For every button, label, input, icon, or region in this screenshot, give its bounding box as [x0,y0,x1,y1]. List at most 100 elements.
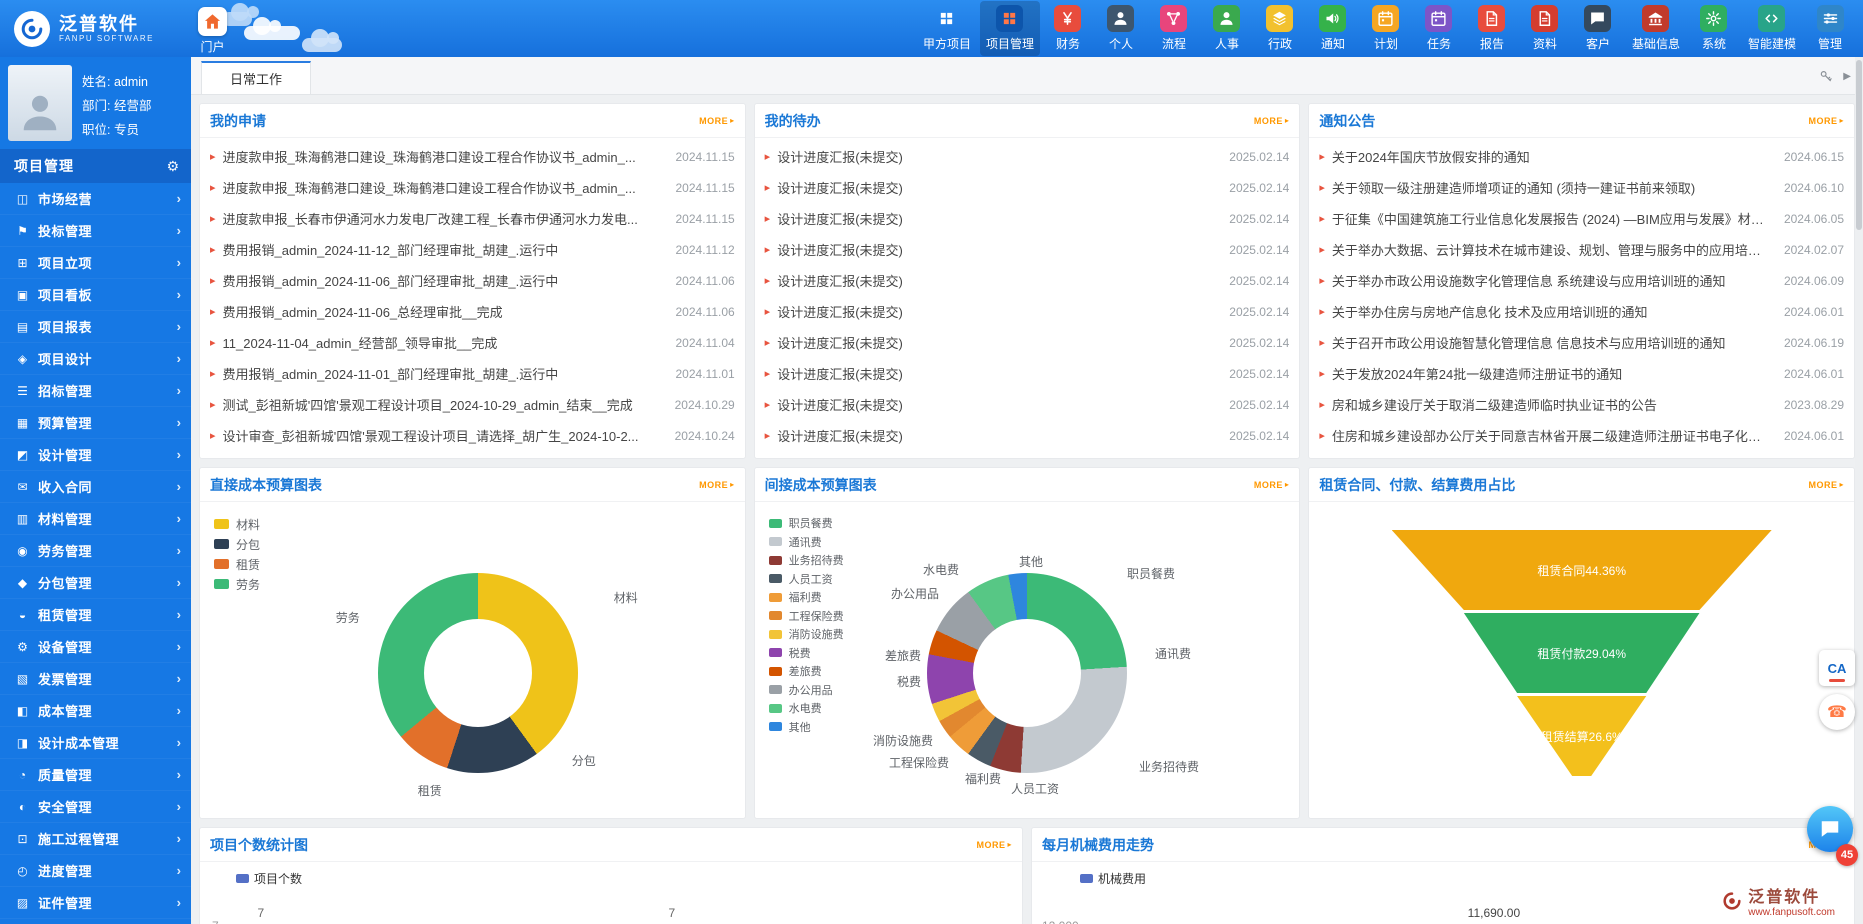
notice-list-item[interactable]: ▸ 关于举办市政公用设施数字化管理信息 系统建设与应用培训班的通知 2024.0… [1319,265,1844,296]
sidebar-menu-item[interactable]: ◨ 设计成本管理 › [0,727,191,759]
module-item[interactable]: 人事 [1202,1,1252,56]
sidebar-menu-item[interactable]: ◒ 租赁管理 › [0,599,191,631]
legend-item: 通讯费 [769,533,844,552]
sidebar-menu-item[interactable]: ☰ 招标管理 › [0,375,191,407]
sidebar-menu-item[interactable]: ✉ 收入合同 › [0,471,191,503]
sidebar-menu-item[interactable]: ◫ 市场经营 › [0,183,191,215]
funnel-slice-label: 租赁结算26.6% [1541,728,1623,745]
module-item[interactable]: 行政 [1255,1,1305,56]
request-list-item[interactable]: ▸ 费用报销_admin_2024-11-06_部门经理审批_胡建_.运行中 2… [210,265,735,296]
request-list-item[interactable]: ▸ 进度款申报_长春市伊通河水力发电厂改建工程_长春市伊通河水力发电... 20… [210,203,735,234]
tab-daily-work[interactable]: 日常工作 [201,61,311,94]
sidebar-menu-item[interactable]: ▥ 材料管理 › [0,503,191,535]
module-item[interactable]: 智能建模 [1742,1,1802,56]
sidebar-menu-item[interactable]: ◧ 成本管理 › [0,695,191,727]
more-button[interactable]: MORE ▸ [699,116,735,126]
request-list-item[interactable]: ▸ 设计审查_彭祖新城'四馆'景观工程设计项目_请选择_胡广生_2024-10-… [210,420,735,451]
menu-item-icon: ▤ [14,320,31,334]
notice-list-item[interactable]: ▸ 关于领取一级注册建造师增项证的通知 (须持一建证书前来领取) 2024.06… [1319,172,1844,203]
notice-list-item[interactable]: ▸ 于征集《中国建筑施工行业信息化发展报告 (2024) —BIM应用与发展》材… [1319,203,1844,234]
scrollbar[interactable] [1855,57,1863,924]
sidebar-menu-item[interactable]: ◆ 分包管理 › [0,567,191,599]
more-button[interactable]: MORE ▸ [699,480,735,490]
sidebar-menu-item[interactable]: ◴ 进度管理 › [0,855,191,887]
calendar-icon [1425,5,1452,32]
portal-label: 门户 [200,38,224,55]
sidebar-menu-item[interactable]: ◈ 项目设计 › [0,343,191,375]
todo-list-item[interactable]: ▸ 设计进度汇报(未提交) 2025.02.14 [765,389,1290,420]
chevron-right-icon: › [177,863,181,878]
module-item[interactable]: 流程 [1149,1,1199,56]
collapse-arrow-icon[interactable]: ▶ [1843,71,1851,82]
sidebar-menu-item[interactable]: ⚙ 设备管理 › [0,631,191,663]
more-button[interactable]: MORE ▸ [1809,480,1845,490]
module-item[interactable]: 项目管理 [980,1,1040,56]
more-button[interactable]: MORE ▸ [1254,116,1290,126]
module-item[interactable]: 财务 [1043,1,1093,56]
notice-list-item[interactable]: ▸ 关于举办住房与房地产信息化 技术及应用培训班的通知 2024.06.01 [1319,296,1844,327]
notice-list-item[interactable]: ▸ 关于2024年国庆节放假安排的通知 2024.06.15 [1319,141,1844,172]
sidebar-menu-item[interactable]: ▤ 项目报表 › [0,311,191,343]
request-list-item[interactable]: ▸ 费用报销_admin_2024-11-06_总经理审批__完成 2024.1… [210,296,735,327]
notice-list-item[interactable]: ▸ 住房和城乡建设部办公厅关于同意吉林省开展二级建造师注册证书电子化试点... … [1319,420,1844,451]
more-button[interactable]: MORE ▸ [976,840,1012,850]
todo-list-item[interactable]: ▸ 设计进度汇报(未提交) 2025.02.14 [765,234,1290,265]
sidebar-menu-item[interactable]: ▦ 预算管理 › [0,407,191,439]
sidebar-menu-item[interactable]: ◔ 质量管理 › [0,759,191,791]
sidebar-menu-item[interactable]: ⊞ 项目立项 › [0,247,191,279]
todo-list-item[interactable]: ▸ 设计进度汇报(未提交) 2025.02.14 [765,265,1290,296]
todo-list-item[interactable]: ▸ 设计进度汇报(未提交) 2025.02.14 [765,203,1290,234]
todo-list-item[interactable]: ▸ 设计进度汇报(未提交) 2025.02.14 [765,172,1290,203]
notice-list-item[interactable]: ▸ 关于召开市政公用设施智慧化管理信息 信息技术与应用培训班的通知 2024.0… [1319,327,1844,358]
sidebar-menu-item[interactable]: ⚑ 投标管理 › [0,215,191,247]
module-item[interactable]: 报告 [1467,1,1517,56]
module-item[interactable]: 管理 [1805,1,1855,56]
sidebar-menu-item[interactable]: ▧ 发票管理 › [0,663,191,695]
request-list-item[interactable]: ▸ 11_2024-11-04_admin_经营部_领导审批__完成 2024.… [210,327,735,358]
legend-item: 水电费 [769,699,844,718]
legend-item: 劳务 [214,574,260,594]
key-icon[interactable] [1819,69,1833,83]
bullet-icon: ▸ [765,367,771,380]
ca-float-widget[interactable]: CA [1819,650,1855,686]
request-list-item[interactable]: ▸ 费用报销_admin_2024-11-01_部门经理审批_胡建_.运行中 2… [210,358,735,389]
module-item[interactable]: 任务 [1414,1,1464,56]
module-item[interactable]: 通知 [1308,1,1358,56]
bullet-icon: ▸ [765,429,771,442]
sidebar-menu-item[interactable]: ◐ 安全管理 › [0,791,191,823]
more-button[interactable]: MORE ▸ [1254,480,1290,490]
person-icon [1213,5,1240,32]
notice-list-item[interactable]: ▸ 关于举办大数据、云计算技术在城市建设、规划、管理与服务中的应用培训班... … [1319,234,1844,265]
sidebar-menu-item[interactable]: ◩ 设计管理 › [0,439,191,471]
sidebar-menu-item[interactable]: ▣ 项目看板 › [0,279,191,311]
gear-icon[interactable]: ⚙ [166,158,179,175]
module-item[interactable]: 甲方项目 [917,1,977,56]
request-list-item[interactable]: ▸ 进度款申报_珠海鹤港口建设_珠海鹤港口建设工程合作协议书_admin_...… [210,141,735,172]
phone-widget[interactable]: ☎ [1819,694,1855,730]
request-list-item[interactable]: ▸ 测试_彭祖新城'四馆'景观工程设计项目_2024-10-29_admin_结… [210,389,735,420]
module-item[interactable]: 个人 [1096,1,1146,56]
request-list-item[interactable]: ▸ 进度款申报_珠海鹤港口建设_珠海鹤港口建设工程合作协议书_admin_...… [210,172,735,203]
request-list-item[interactable]: ▸ 费用报销_admin_2024-11-12_部门经理审批_胡建_.运行中 2… [210,234,735,265]
sidebar-menu-item[interactable]: ▨ 证件管理 › [0,887,191,919]
notice-list-item[interactable]: ▸ 房和城乡建设厅关于取消二级建造师临时执业证书的公告 2023.08.29 [1319,389,1844,420]
todo-list-item[interactable]: ▸ 设计进度汇报(未提交) 2025.02.14 [765,327,1290,358]
portal-button[interactable]: 门户 [198,7,227,55]
chevron-right-icon: › [177,895,181,910]
item-date: 2025.02.14 [1229,243,1289,257]
todo-list-item[interactable]: ▸ 设计进度汇报(未提交) 2025.02.14 [765,420,1290,451]
module-item[interactable]: 客户 [1573,1,1623,56]
module-item[interactable]: 资料 [1520,1,1570,56]
more-button[interactable]: MORE ▸ [1809,116,1845,126]
notice-list-item[interactable]: ▸ 关于发放2024年第24批一级建造师注册证书的通知 2024.06.01 [1319,358,1844,389]
sidebar-menu-item[interactable]: ⊡ 施工过程管理 › [0,823,191,855]
todo-list-item[interactable]: ▸ 设计进度汇报(未提交) 2025.02.14 [765,358,1290,389]
module-item[interactable]: 基础信息 [1626,1,1686,56]
todo-list-item[interactable]: ▸ 设计进度汇报(未提交) 2025.02.14 [765,141,1290,172]
scrollbar-thumb[interactable] [1856,60,1862,230]
module-item[interactable]: 系统 [1689,1,1739,56]
module-item[interactable]: 计划 [1361,1,1411,56]
todo-list-item[interactable]: ▸ 设计进度汇报(未提交) 2025.02.14 [765,296,1290,327]
item-text: 关于2024年国庆节放假安排的通知 [1332,147,1772,166]
sidebar-menu-item[interactable]: ◉ 劳务管理 › [0,535,191,567]
